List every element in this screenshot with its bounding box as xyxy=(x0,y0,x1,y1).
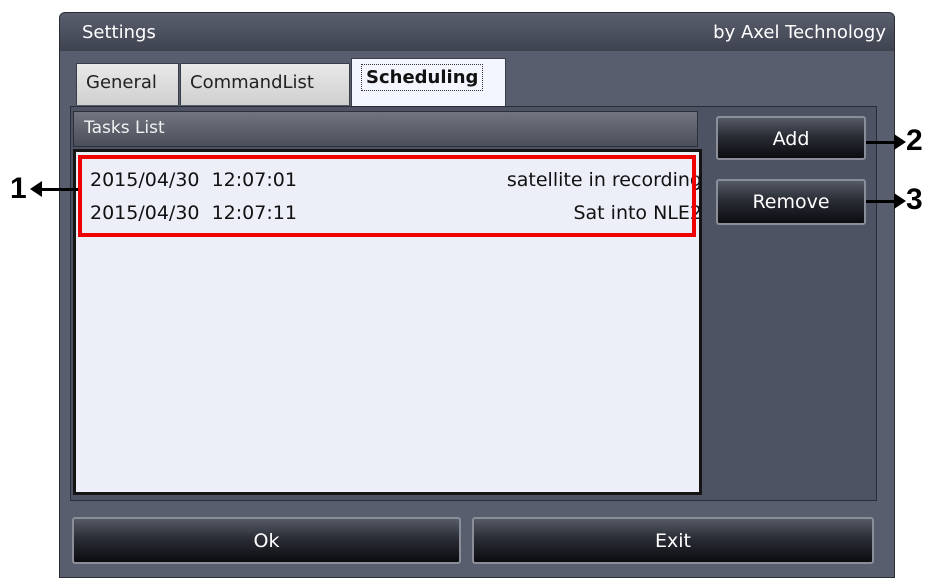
task-name: Sat into NLE2 xyxy=(573,202,702,224)
arrow-right-icon xyxy=(894,193,906,209)
ok-button-label: Ok xyxy=(253,530,280,552)
exit-button[interactable]: Exit xyxy=(472,517,874,564)
callout-1: 1 xyxy=(10,172,27,205)
task-datetime: 2015/04/30 12:07:11 xyxy=(90,202,297,224)
tasks-list-header: Tasks List xyxy=(73,111,698,147)
tab-general[interactable]: General xyxy=(76,63,179,105)
tab-commandlist[interactable]: CommandList xyxy=(180,63,350,105)
task-name: satellite in recording xyxy=(506,169,702,191)
callout-3: 3 xyxy=(906,183,923,216)
exit-button-label: Exit xyxy=(655,530,691,552)
tab-scheduling[interactable]: Scheduling xyxy=(351,58,506,107)
arrow-right-icon xyxy=(894,134,906,150)
tab-general-label: General xyxy=(86,72,157,93)
remove-button-label: Remove xyxy=(752,191,830,213)
remove-button[interactable]: Remove xyxy=(716,179,866,225)
table-row[interactable]: 2015/04/30 12:07:11 Sat into NLE2 xyxy=(90,198,706,226)
window-title: Settings xyxy=(82,22,156,43)
table-row[interactable]: 2015/04/30 12:07:01 satellite in recordi… xyxy=(90,165,706,193)
arrow-1-line xyxy=(40,188,78,191)
add-button[interactable]: Add xyxy=(716,116,866,160)
add-button-label: Add xyxy=(772,128,810,150)
tasks-list-title: Tasks List xyxy=(84,118,165,138)
callout-2: 2 xyxy=(906,124,923,157)
task-datetime: 2015/04/30 12:07:01 xyxy=(90,169,297,191)
vendor-label: by Axel Technology xyxy=(713,22,886,43)
tasks-list[interactable]: 2015/04/30 12:07:01 satellite in recordi… xyxy=(73,149,702,495)
tab-scheduling-label: Scheduling xyxy=(361,64,484,91)
tab-commandlist-label: CommandList xyxy=(190,72,314,93)
ok-button[interactable]: Ok xyxy=(72,517,461,564)
title-bar: Settings by Axel Technology xyxy=(60,13,894,51)
